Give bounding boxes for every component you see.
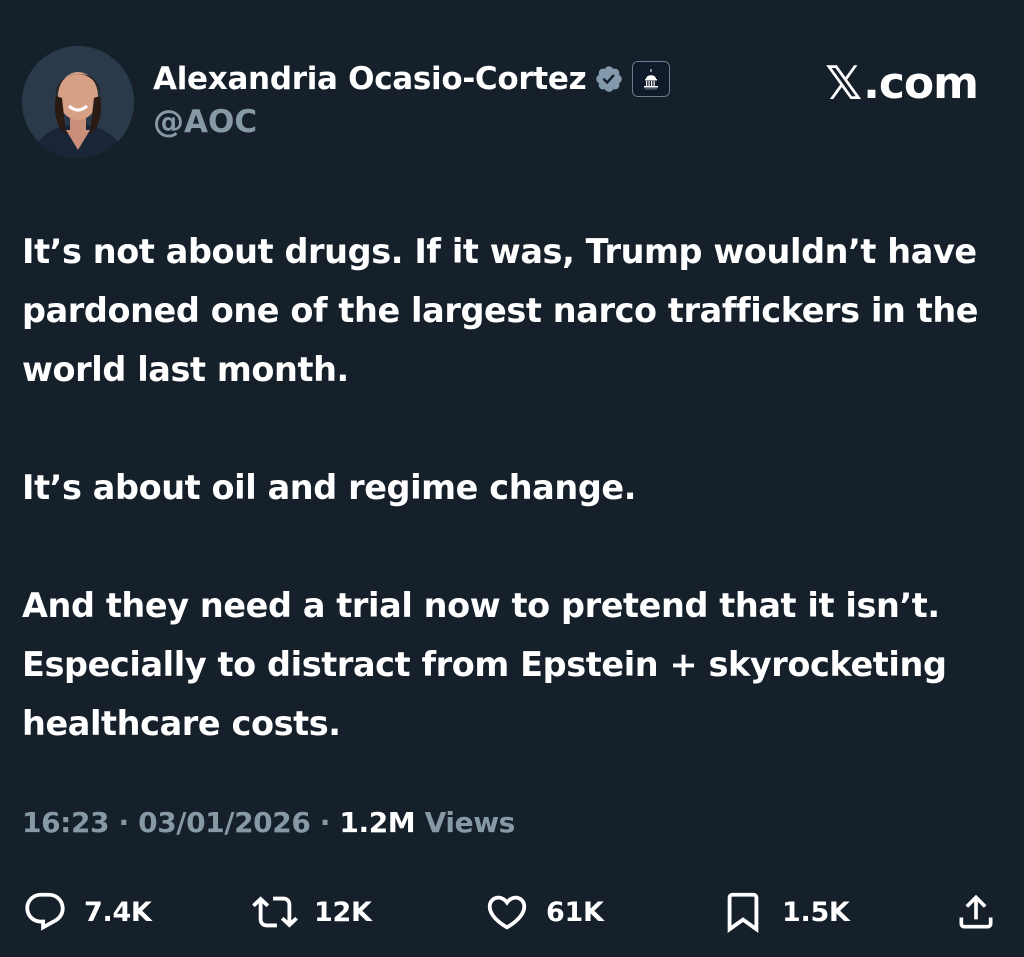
capitol-affiliation-icon[interactable]	[632, 61, 671, 97]
x-com-logo: 𝕏 .com	[825, 56, 979, 110]
repost-icon	[252, 889, 298, 935]
like-count: 61K	[546, 896, 604, 928]
tweet-card: Alexandria Ocasio-Cortez @AOC 𝕏 .com It’…	[0, 0, 1024, 957]
action-bar: 7.4K 12K 61K 1.5K	[22, 886, 1002, 938]
repost-count: 12K	[314, 896, 372, 928]
like-icon	[484, 889, 530, 935]
tweet-paragraph: It’s about oil and regime change.	[22, 468, 637, 507]
reply-icon	[22, 889, 68, 935]
author-handle[interactable]: @AOC	[153, 104, 257, 140]
like-button[interactable]: 61K	[484, 886, 604, 938]
avatar[interactable]	[22, 46, 134, 158]
views-count: 1.2M	[339, 806, 416, 839]
tweet-meta: 16:23 · 03/01/2026 · 1.2M Views	[22, 806, 515, 839]
tweet-time[interactable]: 16:23	[22, 806, 110, 839]
bookmark-count: 1.5K	[782, 896, 850, 928]
repost-button[interactable]: 12K	[252, 886, 372, 938]
share-button[interactable]	[954, 886, 998, 938]
tweet-paragraph: And they need a trial now to pretend tha…	[22, 586, 947, 743]
tweet-text: It’s not about drugs. If it was, Trump w…	[22, 222, 997, 753]
author-name-row: Alexandria Ocasio-Cortez	[153, 58, 671, 100]
author-display-name[interactable]: Alexandria Ocasio-Cortez	[153, 61, 587, 97]
meta-separator: ·	[118, 806, 130, 839]
verified-badge-icon	[594, 64, 624, 94]
tweet-date[interactable]: 03/01/2026	[138, 806, 311, 839]
x-logo-domain: .com	[863, 57, 979, 109]
share-icon	[954, 890, 998, 934]
reply-button[interactable]: 7.4K	[22, 886, 152, 938]
bookmark-button[interactable]: 1.5K	[720, 886, 850, 938]
x-logo-icon: 𝕏	[825, 56, 862, 110]
views-label: Views	[424, 806, 516, 839]
meta-separator: ·	[319, 806, 331, 839]
bookmark-icon	[720, 889, 766, 935]
reply-count: 7.4K	[84, 896, 152, 928]
tweet-paragraph: It’s not about drugs. If it was, Trump w…	[22, 232, 979, 389]
